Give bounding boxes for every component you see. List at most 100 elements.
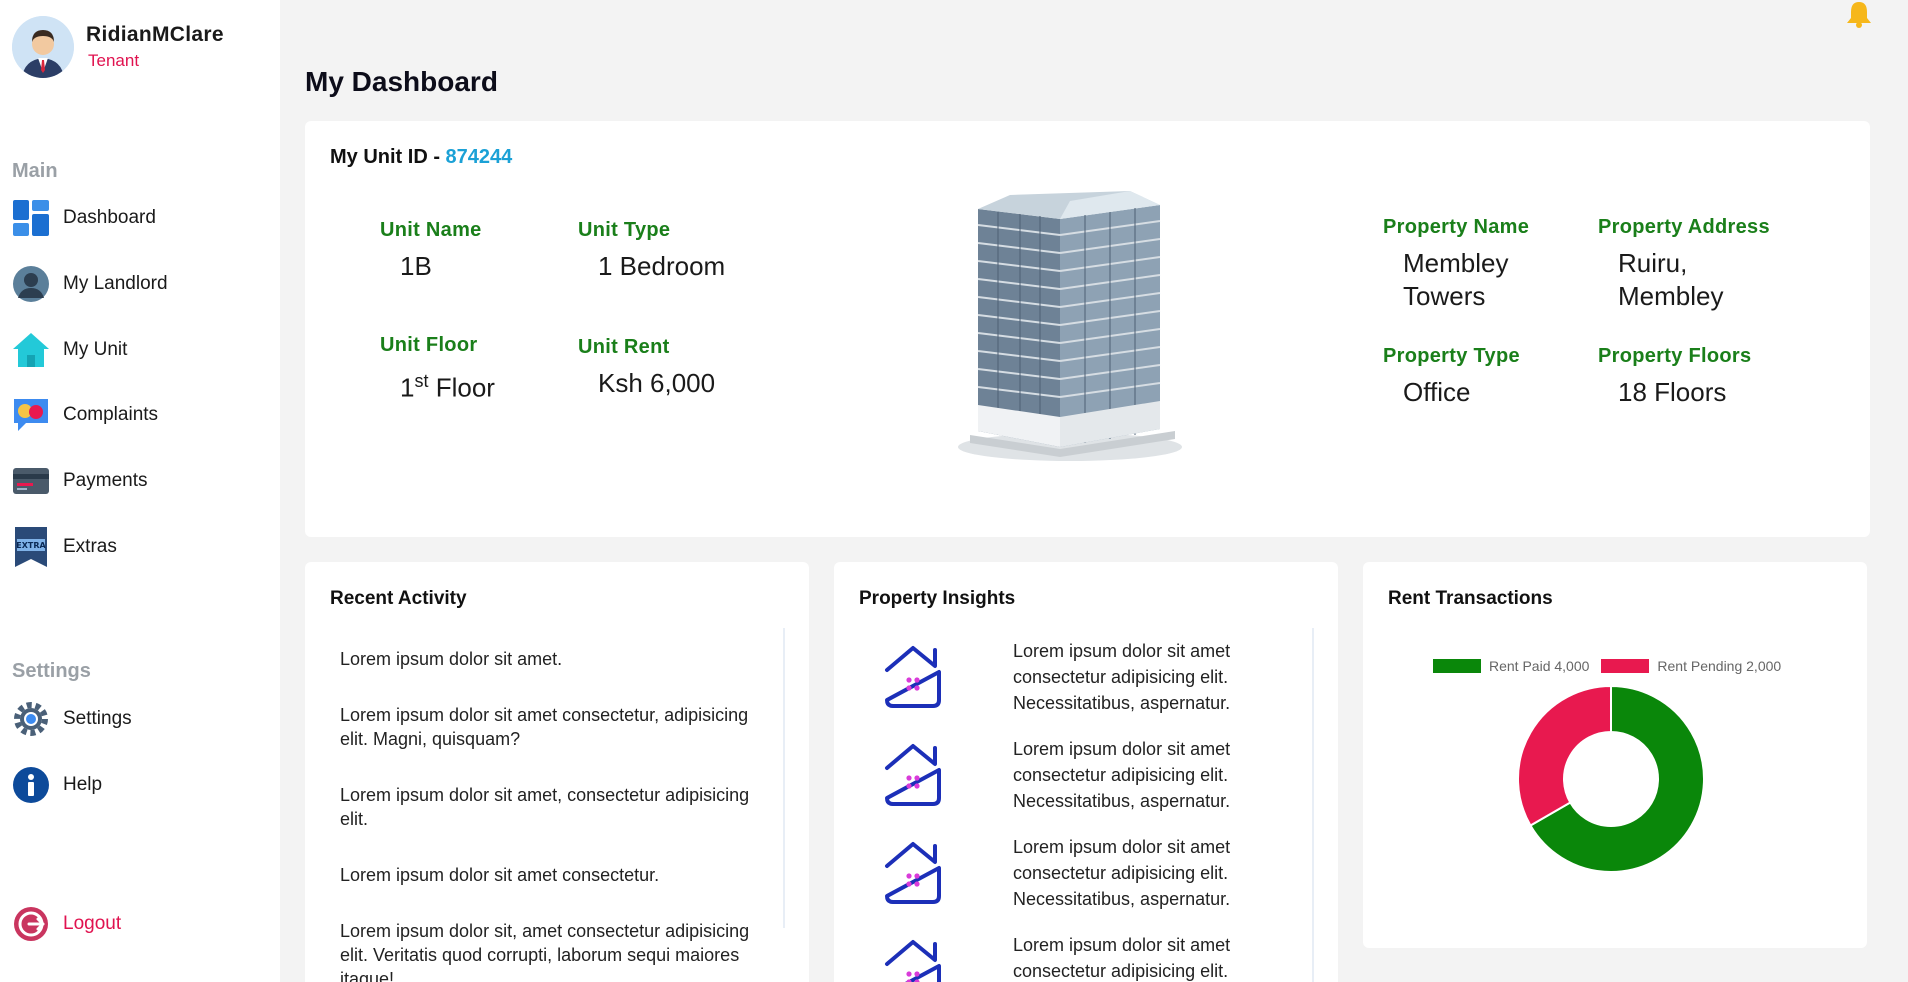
section-label-settings: Settings <box>12 660 91 682</box>
legend-item-pending[interactable]: Rent Pending 2,000 <box>1601 658 1781 674</box>
activity-item: Lorem ipsum dolor sit amet consectetur, … <box>340 705 749 749</box>
insight-item: Lorem ipsum dolor sit amet consectetur a… <box>879 641 1283 716</box>
logout-icon <box>12 905 50 943</box>
unit-name-label: Unit Name <box>380 219 482 241</box>
unit-rent-value: Ksh 6,000 <box>598 368 716 398</box>
sidebar-item-label: Complaints <box>63 404 159 425</box>
legend-swatch-pending <box>1601 659 1650 673</box>
insight-text: Lorem ipsum dolor sit amet consectetur a… <box>1013 935 1231 981</box>
home-icon <box>12 331 50 369</box>
logout-label: Logout <box>63 913 122 934</box>
sidebar-item-label: Help <box>63 774 103 795</box>
unit-id: My Unit ID - 874244 <box>330 146 512 169</box>
donut-slice-pending[interactable] <box>1517 684 1612 827</box>
notification-bell-icon[interactable] <box>1845 0 1873 28</box>
property-address-field: Property Address Ruiru, Membley <box>1598 216 1770 313</box>
property-name-label: Property Name <box>1383 216 1530 238</box>
unit-type-field: Unit Type 1 Bedroom <box>578 219 725 283</box>
recent-activity-card: Recent Activity Lorem ipsum dolor sit am… <box>305 562 809 982</box>
insight-item: Lorem ipsum dolor sit amet consectetur a… <box>879 935 1283 982</box>
insight-text: Lorem ipsum dolor sit amet consectetur a… <box>1013 739 1231 811</box>
sidebar-item-my-unit[interactable]: My Unit <box>12 328 127 372</box>
activity-item: Lorem ipsum dolor sit, amet consectetur … <box>340 921 750 982</box>
unit-name-field: Unit Name 1B <box>380 219 482 283</box>
insight-item: Lorem ipsum dolor sit amet consectetur a… <box>879 739 1283 814</box>
logout-button[interactable]: Logout <box>12 902 121 946</box>
profile-role: Tenant <box>88 51 140 70</box>
extras-icon: EXTRA <box>12 527 50 567</box>
unit-name-value: 1B <box>400 251 432 281</box>
property-name-value: Membley Towers <box>1403 248 1509 311</box>
unit-floor-field: Unit Floor 1st Floor <box>380 334 495 405</box>
credit-card-icon <box>12 462 50 500</box>
house-icon <box>879 740 947 808</box>
insight-text: Lorem ipsum dolor sit amet consectetur a… <box>1013 641 1231 713</box>
house-icon <box>879 936 947 982</box>
avatar[interactable] <box>12 16 74 78</box>
sidebar-item-extras[interactable]: EXTRA Extras <box>12 525 117 569</box>
svg-text:EXTRA: EXTRA <box>16 541 46 550</box>
property-insights-card: Property Insights Lorem ipsum dolor sit … <box>834 562 1338 982</box>
sidebar-item-label: My Landlord <box>63 273 168 294</box>
insight-text: Lorem ipsum dolor sit amet consectetur a… <box>1013 837 1231 909</box>
unit-floor-label: Unit Floor <box>380 334 478 356</box>
unit-rent-label: Unit Rent <box>578 336 670 358</box>
profile-name: RidianMClare <box>86 23 224 46</box>
rent-donut-chart <box>1517 684 1705 873</box>
sidebar-item-label: Dashboard <box>63 207 156 228</box>
rent-transactions-title: Rent Transactions <box>1388 588 1553 609</box>
sidebar-item-dashboard[interactable]: Dashboard <box>12 196 156 240</box>
scrollbar[interactable] <box>1312 628 1314 982</box>
property-name-field: Property Name Membley Towers <box>1383 216 1553 313</box>
property-floors-value: 18 Floors <box>1618 377 1727 407</box>
legend-swatch-paid <box>1433 659 1481 673</box>
sidebar-item-label: Payments <box>63 470 148 491</box>
scrollbar[interactable] <box>783 628 785 928</box>
legend-item-paid[interactable]: Rent Paid 4,000 <box>1433 658 1589 674</box>
insight-item: Lorem ipsum dolor sit amet consectetur a… <box>879 837 1283 912</box>
unit-type-value: 1 Bedroom <box>598 251 726 281</box>
recent-activity-title: Recent Activity <box>330 588 467 609</box>
sidebar-item-my-landlord[interactable]: My Landlord <box>12 262 168 306</box>
sidebar: RidianMClare Tenant Main Dashboard My La… <box>0 0 280 982</box>
unit-floor-value: 1st Floor <box>400 371 495 403</box>
activity-item: Lorem ipsum dolor sit amet, consectetur … <box>340 785 750 829</box>
building-image <box>950 185 1190 465</box>
house-icon <box>879 642 947 710</box>
gear-icon <box>12 700 50 738</box>
house-icon <box>879 838 947 906</box>
activity-list: Lorem ipsum dolor sit amet. Lorem ipsum … <box>340 647 770 982</box>
profile: RidianMClare Tenant <box>12 16 224 78</box>
rent-transactions-card: Rent Transactions Rent Paid 4,000 Rent P… <box>1363 562 1867 948</box>
activity-item: Lorem ipsum dolor sit amet consectetur. <box>340 865 660 885</box>
unit-card: My Unit ID - 874244 Unit Name 1B Unit Ty… <box>305 121 1870 537</box>
unit-rent-field: Unit Rent Ksh 6,000 <box>578 336 715 400</box>
landlord-icon <box>12 265 50 303</box>
sidebar-item-help[interactable]: Help <box>12 763 102 807</box>
property-floors-label: Property Floors <box>1598 345 1752 367</box>
property-type-label: Property Type <box>1383 345 1520 367</box>
sidebar-item-complaints[interactable]: Complaints <box>12 393 158 437</box>
chart-legend: Rent Paid 4,000 Rent Pending 2,000 <box>1433 658 1793 674</box>
unit-type-label: Unit Type <box>578 219 671 241</box>
unit-id-value: 874244 <box>445 146 513 168</box>
property-type-field: Property Type Office <box>1383 345 1520 409</box>
page-title: My Dashboard <box>305 66 498 97</box>
property-type-value: Office <box>1403 377 1471 407</box>
unit-id-label: My Unit ID - <box>330 146 446 168</box>
sidebar-item-payments[interactable]: Payments <box>12 459 147 503</box>
legend-label-paid: Rent Paid 4,000 <box>1489 658 1590 674</box>
sidebar-item-label: Extras <box>63 536 117 557</box>
dashboard-icon <box>12 199 50 237</box>
sidebar-item-label: My Unit <box>63 339 128 360</box>
info-icon <box>12 766 50 804</box>
property-address-label: Property Address <box>1598 216 1770 238</box>
sidebar-item-label: Settings <box>63 708 132 729</box>
legend-label-pending: Rent Pending 2,000 <box>1657 658 1782 674</box>
property-address-value: Ruiru, Membley <box>1618 248 1724 311</box>
property-insights-title: Property Insights <box>859 588 1016 609</box>
complaints-icon <box>12 396 50 434</box>
section-label-main: Main <box>12 160 58 182</box>
property-floors-field: Property Floors 18 Floors <box>1598 345 1751 409</box>
sidebar-item-settings[interactable]: Settings <box>12 697 132 741</box>
